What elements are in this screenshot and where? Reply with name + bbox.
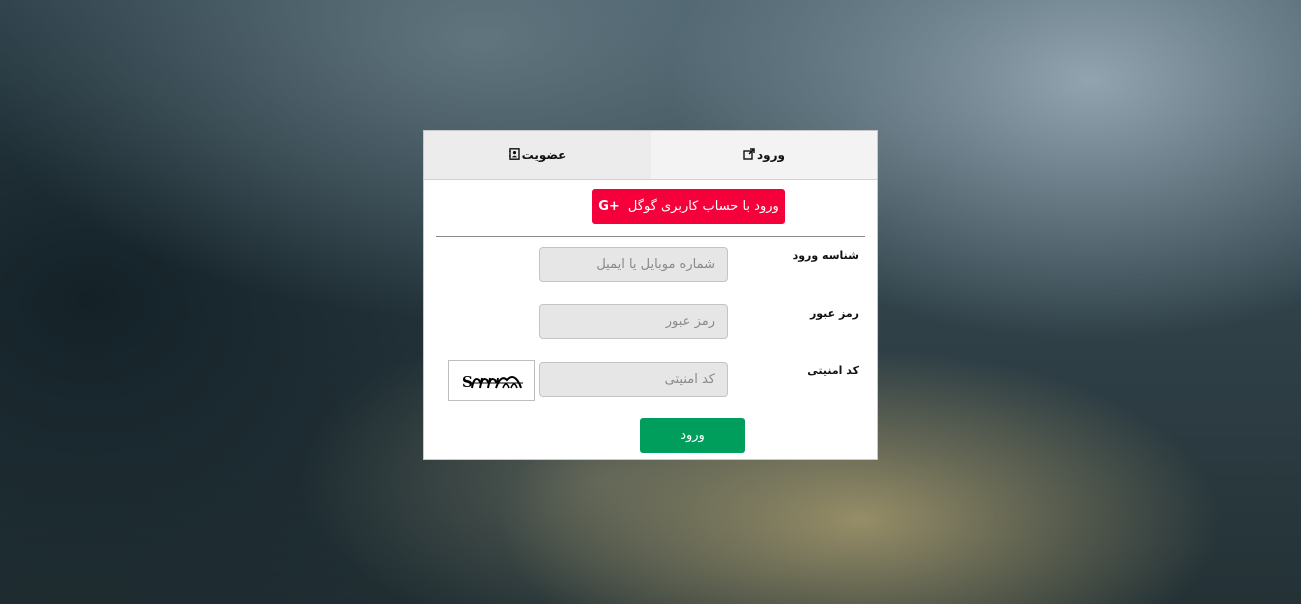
- tab-register[interactable]: عضویت: [424, 131, 651, 179]
- auth-tabs: ورود عضویت: [424, 131, 877, 180]
- tab-register-label: عضویت: [521, 148, 567, 162]
- login-id-input[interactable]: [539, 247, 728, 282]
- captcha-image[interactable]: S: [448, 360, 535, 401]
- password-input[interactable]: [539, 304, 728, 339]
- google-login-button[interactable]: ورود با حساب کاربری گوگل G+: [592, 189, 785, 224]
- tab-login-label: ورود: [757, 148, 785, 162]
- captcha-input[interactable]: [539, 362, 728, 397]
- google-login-label: ورود با حساب کاربری گوگل: [627, 199, 779, 214]
- divider: [436, 236, 865, 237]
- address-book-icon: [508, 132, 520, 180]
- login-panel: ورود عضویت ورود با حساب کاربری گوگل G+ ش…: [423, 130, 878, 460]
- external-link-icon: [743, 132, 755, 180]
- captcha-label: کد امنیتی: [807, 364, 859, 377]
- submit-button[interactable]: ورود: [640, 418, 745, 453]
- tab-login[interactable]: ورود: [651, 131, 877, 179]
- login-id-label: شناسه ورود: [792, 249, 859, 262]
- google-plus-icon: G+: [598, 199, 620, 214]
- svg-text:S: S: [462, 373, 473, 391]
- password-label: رمز عبور: [809, 307, 859, 320]
